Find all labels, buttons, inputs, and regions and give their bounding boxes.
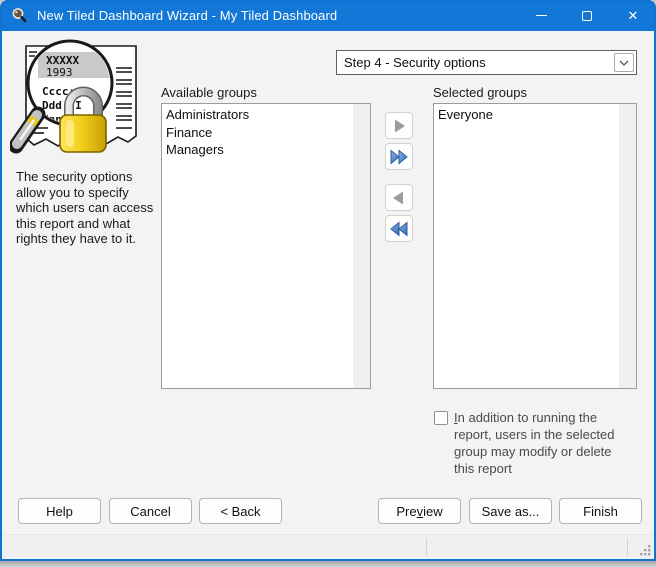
close-icon: ✕ — [627, 7, 639, 23]
arrow-right-icon — [395, 119, 405, 132]
minimize-icon — [535, 15, 547, 16]
move-all-left-button[interactable] — [385, 215, 413, 242]
status-separator — [627, 538, 628, 556]
double-arrow-left-icon — [390, 220, 408, 237]
selected-groups-label: Selected groups — [433, 85, 527, 100]
status-separator — [426, 538, 427, 556]
double-arrow-right-icon — [390, 148, 408, 165]
status-bar — [0, 534, 656, 559]
cancel-button[interactable]: Cancel — [109, 498, 192, 524]
help-button[interactable]: Help — [18, 498, 101, 524]
step-selector-value: Step 4 - Security options — [344, 55, 486, 70]
chevron-down-icon — [619, 60, 629, 66]
app-magnifier-icon — [12, 8, 27, 23]
list-item[interactable]: Everyone — [434, 106, 619, 124]
modify-rights-label[interactable]: In addition to running the report, users… — [454, 409, 634, 477]
caption-controls: ✕ — [518, 0, 656, 31]
list-item[interactable]: Managers — [162, 141, 353, 159]
selected-groups-listbox[interactable]: Everyone — [433, 103, 637, 389]
available-groups-items: Administrators Finance Managers — [162, 104, 353, 388]
modify-rights-checkbox[interactable] — [434, 411, 448, 425]
list-item[interactable]: Administrators — [162, 106, 353, 124]
save-as-button[interactable]: Save as... — [469, 498, 552, 524]
move-all-right-button[interactable] — [385, 143, 413, 170]
window-shadow — [0, 561, 656, 567]
svg-text:Ddd: I: Ddd: I — [42, 99, 82, 112]
titlebar[interactable]: New Tiled Dashboard Wizard - My Tiled Da… — [0, 0, 656, 31]
wizard-dialog: New Tiled Dashboard Wizard - My Tiled Da… — [0, 0, 656, 561]
arrow-left-icon — [393, 191, 403, 204]
window-title: New Tiled Dashboard Wizard - My Tiled Da… — [37, 8, 338, 23]
available-groups-listbox[interactable]: Administrators Finance Managers — [161, 103, 371, 389]
finish-button[interactable]: Finish — [559, 498, 642, 524]
step-description: The security options allow you to specif… — [16, 169, 154, 246]
modify-rights-row: In addition to running the report, users… — [434, 409, 634, 477]
resize-grip[interactable] — [639, 544, 651, 556]
step-selector-combobox[interactable]: Step 4 - Security options — [336, 50, 637, 75]
preview-button[interactable]: Pre v iew — [378, 498, 461, 524]
available-groups-label: Available groups — [161, 85, 257, 100]
combobox-dropdown-button[interactable] — [614, 53, 634, 72]
close-button[interactable]: ✕ — [610, 0, 656, 31]
svg-text:1993: 1993 — [46, 66, 73, 79]
maximize-icon — [582, 10, 592, 21]
minimize-button[interactable] — [518, 0, 564, 31]
wizard-security-image: XXXXX 1993 Cccc: A Ddd: I Nnnn — [10, 39, 137, 154]
maximize-button[interactable] — [564, 0, 610, 31]
selected-groups-items: Everyone — [434, 104, 619, 388]
move-right-button[interactable] — [385, 112, 413, 139]
move-left-button[interactable] — [385, 184, 413, 211]
available-groups-scrollbar[interactable] — [353, 104, 370, 388]
list-item[interactable]: Finance — [162, 124, 353, 142]
back-button[interactable]: < Back — [199, 498, 282, 524]
wizard-content: Step 4 - Security options XXXXX 1993 Ccc… — [0, 31, 656, 534]
selected-groups-scrollbar[interactable] — [619, 104, 636, 388]
